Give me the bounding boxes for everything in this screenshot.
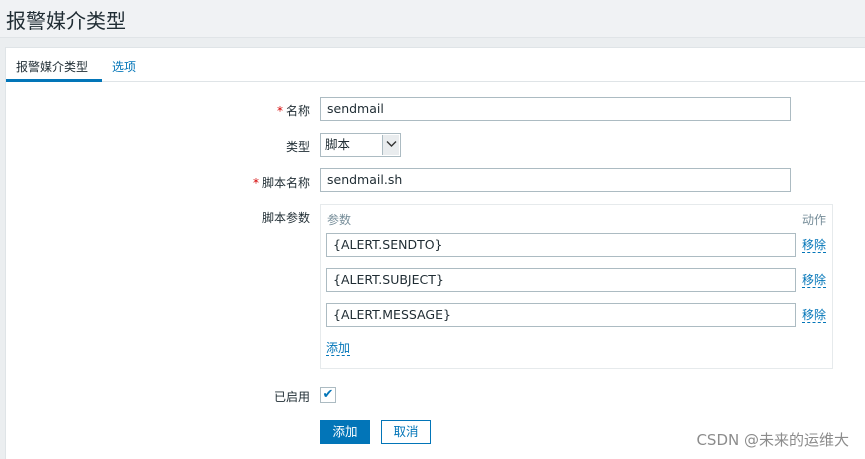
active-tab-indicator: [6, 79, 102, 82]
tab-options[interactable]: 选项: [112, 58, 136, 75]
tab-bar: 报警媒介类型 选项: [6, 48, 865, 82]
enabled-label: 已启用: [273, 390, 310, 404]
type-select-value: 脚本: [325, 137, 351, 152]
remove-param-link[interactable]: 移除: [802, 238, 827, 253]
params-header-param: 参数: [327, 213, 352, 227]
cancel-button[interactable]: 取消: [381, 420, 431, 444]
name-field[interactable]: sendmail: [320, 97, 791, 121]
required-marker: *: [276, 104, 283, 118]
tab-media-type[interactable]: 报警媒介类型: [16, 58, 88, 75]
param-input-message[interactable]: {ALERT.MESSAGE}: [326, 303, 796, 327]
name-label: * 名称: [276, 104, 310, 118]
remove-param-link[interactable]: 移除: [802, 308, 827, 323]
script-name-label: * 脚本名称: [252, 176, 310, 190]
params-header-action: 动作: [802, 213, 827, 227]
param-input-subject[interactable]: {ALERT.SUBJECT}: [326, 268, 796, 292]
script-params-table: 参数 动作 {ALERT.SENDTO} 移除 {ALERT.SUBJECT} …: [320, 204, 833, 369]
type-select[interactable]: 脚本: [320, 133, 401, 157]
script-params-label: 脚本参数: [261, 211, 310, 225]
type-label: 类型: [285, 140, 310, 154]
script-name-field[interactable]: sendmail.sh: [320, 168, 791, 192]
required-marker: *: [252, 176, 259, 190]
page-header: 报警媒介类型: [0, 0, 865, 38]
add-param-link[interactable]: 添加: [326, 341, 351, 356]
param-input-sendto[interactable]: {ALERT.SENDTO}: [326, 233, 796, 257]
remove-param-link[interactable]: 移除: [802, 273, 827, 288]
page-title: 报警媒介类型: [6, 9, 126, 33]
check-icon: ✔: [322, 387, 334, 402]
watermark: CSDN @未来的运维大: [696, 431, 849, 449]
chevron-down-icon[interactable]: [382, 135, 399, 155]
enabled-checkbox[interactable]: ✔: [320, 387, 336, 403]
form-panel: 报警媒介类型 选项 * 名称 sendmail 类型 脚本 * 脚本名称 sendm…: [5, 47, 865, 459]
add-button[interactable]: 添加: [320, 420, 370, 444]
